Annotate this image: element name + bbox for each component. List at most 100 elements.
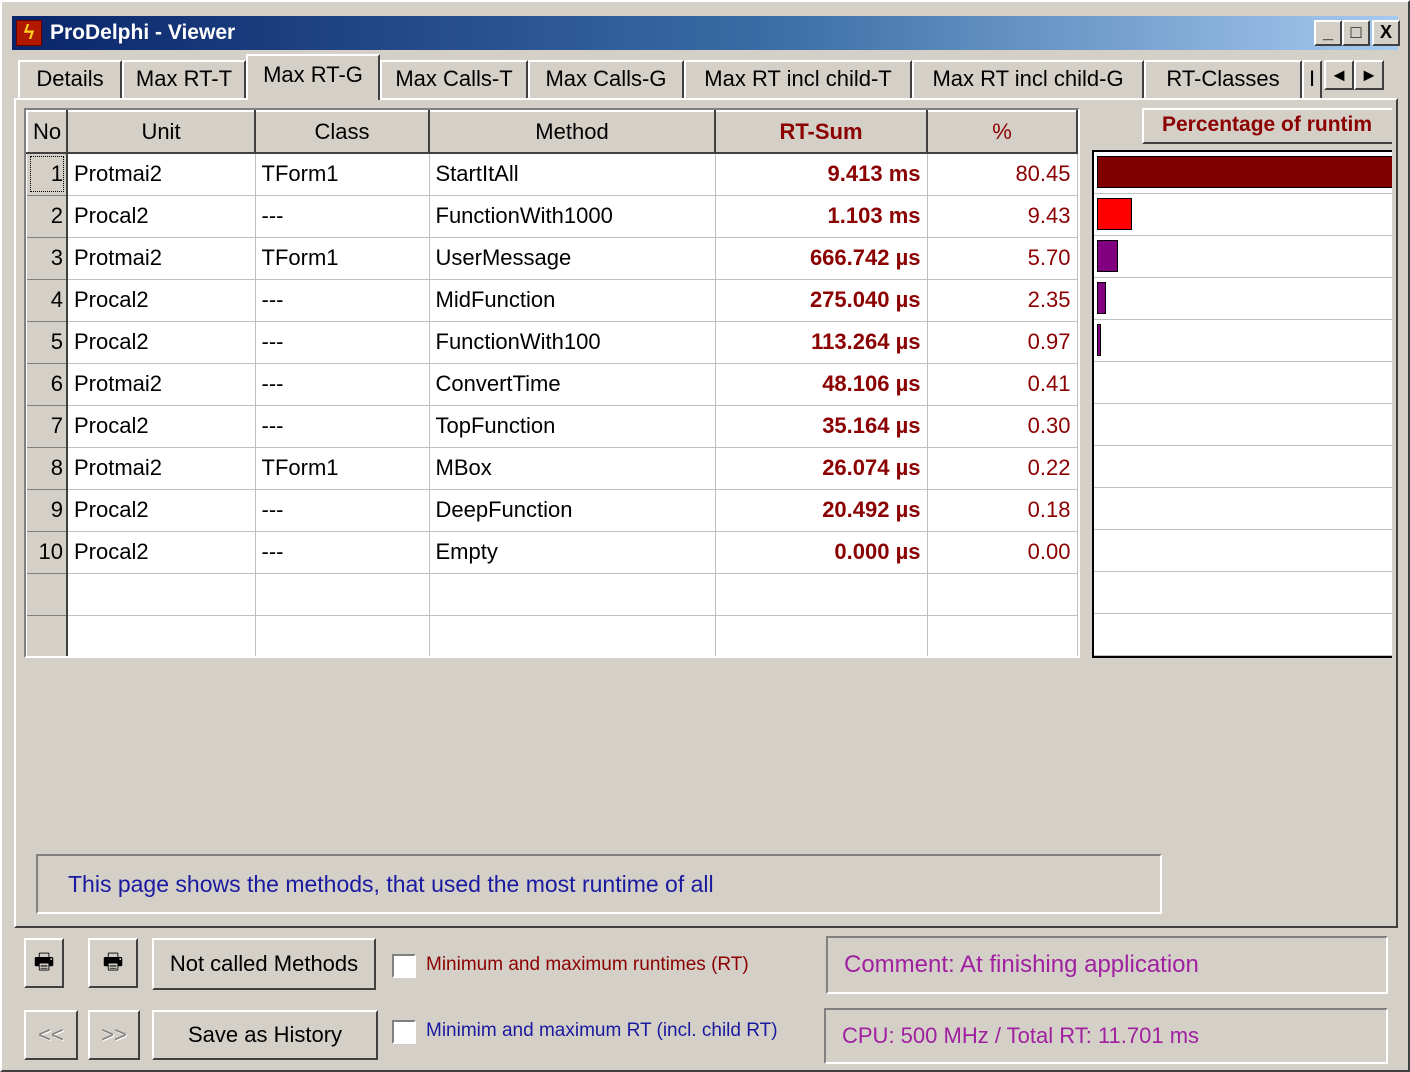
tab-max-rt-incl-child-g[interactable]: Max RT incl child-G [912,60,1144,100]
rt-sum-cell[interactable]: 9.413 ms [715,153,928,196]
tab-max-rt-incl-child-t[interactable]: Max RT incl child-T [684,60,912,100]
prodelphi-app-icon[interactable]: ϟ [16,20,42,46]
class-cell[interactable]: TForm1 [255,153,430,196]
unit-cell[interactable]: Protmai2 [67,237,256,280]
minmax-runtime-checkbox[interactable] [392,954,416,978]
method-cell[interactable]: StartItAll [429,153,716,196]
class-cell[interactable]: --- [255,195,430,238]
column-header-method[interactable]: Method [428,110,716,154]
next-button[interactable]: >> [88,1010,140,1060]
tab-scroll-left-button[interactable]: ◄ [1324,60,1354,90]
class-cell[interactable]: --- [255,489,430,532]
column-header-percent[interactable]: % [926,110,1078,154]
unit-cell[interactable]: Procal2 [67,405,256,448]
empty-row[interactable] [27,615,1078,656]
rt-sum-cell[interactable]: 113.264 µs [715,321,928,364]
previous-button[interactable]: << [24,1010,78,1060]
empty-row[interactable] [27,573,1078,616]
maximize-button[interactable]: □ [1342,20,1370,46]
class-cell[interactable]: --- [255,279,430,322]
rt-sum-cell[interactable]: 666.742 µs [715,237,928,280]
minmax-runtime-label[interactable]: Minimum and maximum runtimes (RT) [426,954,749,976]
column-header-no[interactable]: No [26,110,68,154]
percent-cell[interactable]: 0.00 [927,531,1078,574]
rt-sum-cell[interactable]: 275.040 µs [715,279,928,322]
method-cell[interactable]: Empty [429,531,716,574]
empty-cell[interactable] [67,573,256,616]
unit-cell[interactable]: Procal2 [67,531,256,574]
method-cell[interactable]: DeepFunction [429,489,716,532]
rt-sum-cell[interactable]: 48.106 µs [715,363,928,406]
tab-max-rt-t[interactable]: Max RT-T [122,60,246,100]
empty-cell[interactable] [927,573,1078,616]
class-cell[interactable]: --- [255,405,430,448]
close-button[interactable]: X [1372,20,1400,46]
table-row[interactable]: 10 Procal2 --- Empty 0.000 µs 0.00 [27,531,1078,574]
table-row[interactable]: 2 Procal2 --- FunctionWith1000 1.103 ms … [27,195,1078,238]
rt-sum-cell[interactable]: 26.074 µs [715,447,928,490]
method-cell[interactable]: MidFunction [429,279,716,322]
unit-cell[interactable]: Procal2 [67,195,256,238]
percent-cell[interactable]: 0.41 [927,363,1078,406]
empty-cell[interactable] [715,615,928,656]
title-bar[interactable]: ϟ ProDelphi - Viewer _ □ X [12,16,1400,50]
table-row[interactable]: 7 Procal2 --- TopFunction 35.164 µs 0.30 [27,405,1078,448]
class-cell[interactable]: --- [255,321,430,364]
rt-sum-cell[interactable]: 35.164 µs [715,405,928,448]
unit-cell[interactable]: Procal2 [67,489,256,532]
tab-rt-classes[interactable]: RT-Classes [1144,60,1302,100]
column-header-rt-sum[interactable]: RT-Sum [714,110,928,154]
print-preview-button[interactable]: 🖶 [88,938,138,988]
tab-max-rt-g[interactable]: Max RT-G [246,54,380,100]
tab-max-calls-g[interactable]: Max Calls-G [528,60,684,100]
print-button[interactable]: 🖶 [24,938,64,988]
save-as-history-button[interactable]: Save as History [152,1010,378,1060]
empty-cell[interactable] [255,573,430,616]
percent-cell[interactable]: 9.43 [927,195,1078,238]
table-row[interactable]: 6 Protmai2 --- ConvertTime 48.106 µs 0.4… [27,363,1078,406]
rt-sum-cell[interactable]: 0.000 µs [715,531,928,574]
tab-max-calls-t[interactable]: Max Calls-T [380,60,528,100]
method-cell[interactable]: FunctionWith100 [429,321,716,364]
class-cell[interactable]: --- [255,531,430,574]
rt-sum-cell[interactable]: 20.492 µs [715,489,928,532]
minmax-child-runtime-label[interactable]: Minimim and maximum RT (incl. child RT) [426,1020,778,1042]
table-row[interactable]: 8 Protmai2 TForm1 MBox 26.074 µs 0.22 [27,447,1078,490]
unit-cell[interactable]: Protmai2 [67,447,256,490]
percent-cell[interactable]: 2.35 [927,279,1078,322]
method-cell[interactable]: MBox [429,447,716,490]
not-called-methods-button[interactable]: Not called Methods [152,938,376,990]
unit-cell[interactable]: Procal2 [67,279,256,322]
table-row[interactable]: 9 Procal2 --- DeepFunction 20.492 µs 0.1… [27,489,1078,532]
tab-scroll-right-button[interactable]: ► [1354,60,1384,90]
empty-cell[interactable] [255,615,430,656]
method-cell[interactable]: UserMessage [429,237,716,280]
rt-sum-cell[interactable]: 1.103 ms [715,195,928,238]
tab-details[interactable]: Details [18,60,122,100]
empty-cell[interactable] [429,573,716,616]
percent-cell[interactable]: 0.30 [927,405,1078,448]
unit-cell[interactable]: Procal2 [67,321,256,364]
empty-cell[interactable] [429,615,716,656]
percent-cell[interactable]: 0.18 [927,489,1078,532]
empty-cell[interactable] [927,615,1078,656]
table-row[interactable]: 5 Procal2 --- FunctionWith100 113.264 µs… [27,321,1078,364]
column-header-class[interactable]: Class [254,110,430,154]
method-cell[interactable]: TopFunction [429,405,716,448]
method-cell[interactable]: FunctionWith1000 [429,195,716,238]
percent-cell[interactable]: 0.22 [927,447,1078,490]
class-cell[interactable]: TForm1 [255,237,430,280]
method-grid[interactable]: No Unit Class Method RT-Sum % 1 Protmai2… [24,108,1080,658]
unit-cell[interactable]: Protmai2 [67,153,256,196]
minmax-child-runtime-checkbox[interactable] [392,1020,416,1044]
unit-cell[interactable]: Protmai2 [67,363,256,406]
minimize-button[interactable]: _ [1314,20,1342,46]
column-header-unit[interactable]: Unit [66,110,256,154]
empty-cell[interactable] [67,615,256,656]
class-cell[interactable]: --- [255,363,430,406]
percent-cell[interactable]: 80.45 [927,153,1078,196]
class-cell[interactable]: TForm1 [255,447,430,490]
table-row[interactable]: 4 Procal2 --- MidFunction 275.040 µs 2.3… [27,279,1078,322]
empty-cell[interactable] [715,573,928,616]
table-row[interactable]: 3 Protmai2 TForm1 UserMessage 666.742 µs… [27,237,1078,280]
